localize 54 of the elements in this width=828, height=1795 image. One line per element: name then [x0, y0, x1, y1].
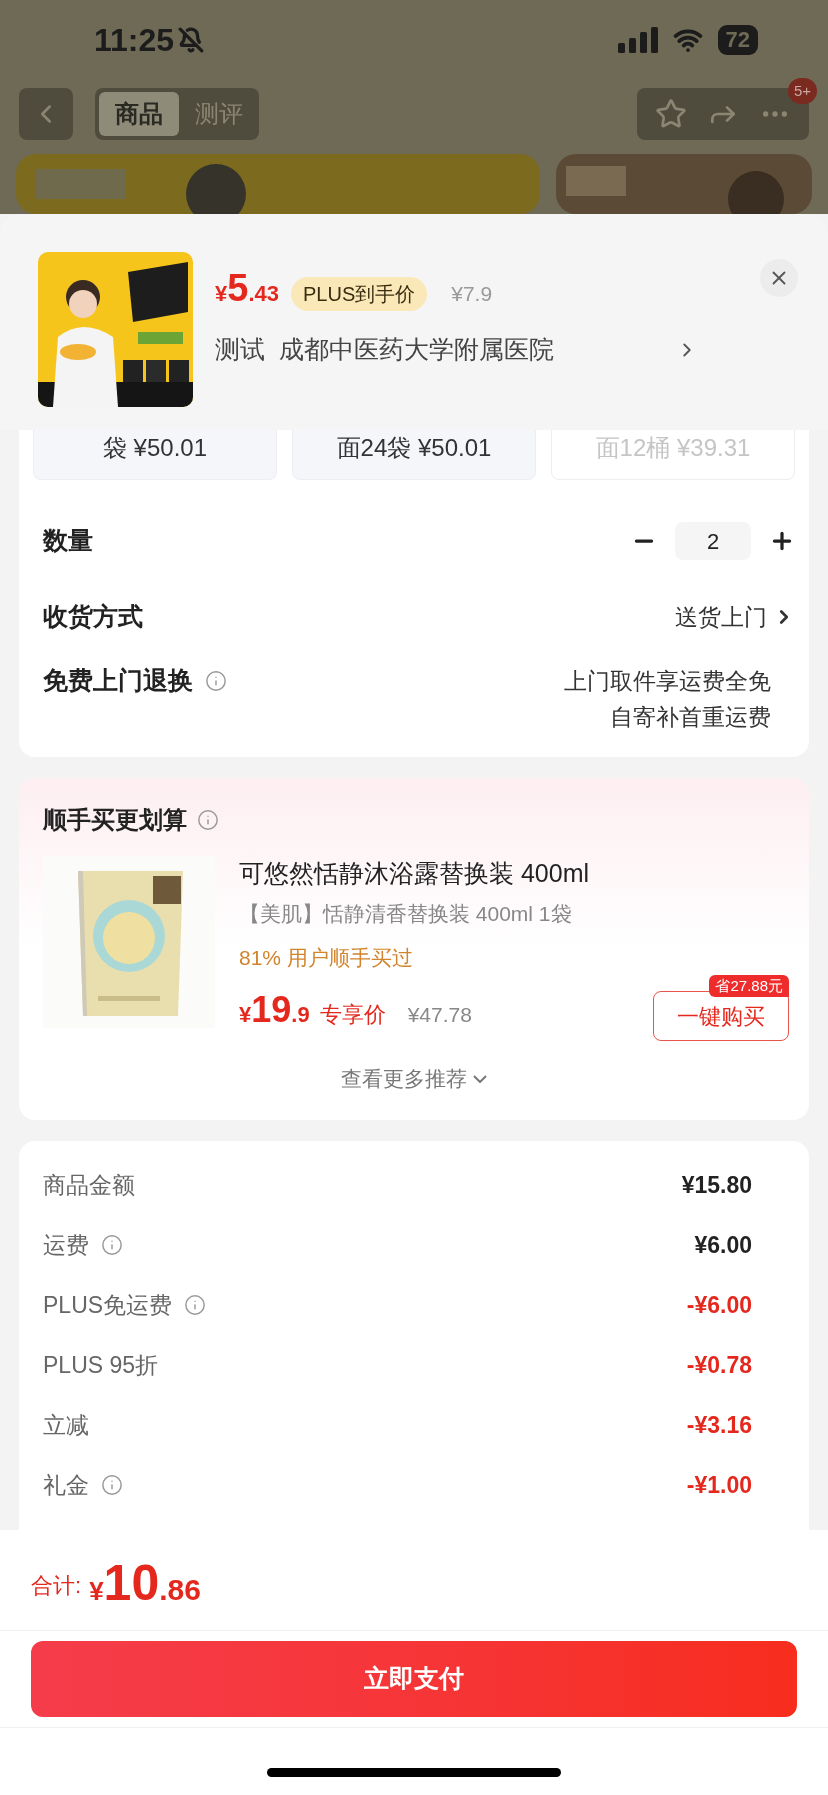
quantity-field[interactable]: 2 [675, 522, 751, 560]
recommend-spec: 【美肌】恬静清香替换装 400ml 1袋 [239, 901, 573, 927]
returns-note: 上门取件享运费全免 [564, 667, 771, 696]
fee-label: PLUS 95折 [43, 1350, 159, 1380]
delivery-selector[interactable]: 送货上门 [675, 599, 795, 635]
fee-label: 礼金 [43, 1470, 89, 1500]
fee-amount: -¥3.16 [686, 1410, 752, 1440]
fee-amount: ¥6.00 [694, 1230, 752, 1260]
delivery-label: 收货方式 [43, 601, 143, 633]
star-icon[interactable] [655, 98, 687, 130]
fee-amount: -¥0.78 [686, 1350, 752, 1380]
fee-label: 立减 [43, 1410, 89, 1440]
returns-label: 免费上门退换 [43, 665, 193, 697]
original-price: ¥7.9 [451, 281, 493, 307]
price: ¥5.43 [215, 266, 279, 311]
notification-badge: 5+ [787, 78, 817, 104]
tab[interactable]: 商品 [99, 92, 179, 136]
muted-bell-icon [178, 26, 205, 53]
recommend-price: ¥19.9 [239, 988, 310, 1032]
back-button[interactable] [19, 88, 73, 140]
returns-note: 自寄补首重运费 [610, 703, 771, 732]
recommend-original-price: ¥47.78 [407, 1002, 472, 1028]
see-more-link[interactable]: 查看更多推荐 [341, 1063, 487, 1095]
chevron-down-icon [473, 1074, 487, 1083]
variant-option[interactable]: 面24袋 ¥50.01 [292, 430, 536, 480]
recommend-social-proof: 81% 用户顺手买过 [239, 944, 414, 971]
product-title: 成都中医药大学附属医院 [279, 334, 555, 365]
variant-option[interactable]: 袋 ¥50.01 [33, 430, 277, 480]
info-icon[interactable] [205, 670, 227, 692]
info-icon[interactable] [197, 809, 219, 831]
fee-label: PLUS免运费 [43, 1290, 173, 1320]
fee-label: 运费 [43, 1230, 89, 1260]
tab[interactable]: 测评 [183, 92, 255, 136]
info-icon[interactable] [101, 1474, 123, 1496]
info-icon[interactable] [184, 1294, 207, 1316]
battery-level: 72 [717, 24, 758, 55]
total-price: ¥10.86 [89, 1558, 201, 1612]
saving-badge: 省27.88元 [709, 975, 789, 997]
product-title-prefix: 测试 [215, 334, 265, 365]
status-time: 11:25 [94, 20, 175, 60]
close-button[interactable] [760, 259, 798, 297]
info-icon[interactable] [101, 1234, 123, 1256]
fee-amount: -¥1.00 [686, 1470, 752, 1500]
pay-button[interactable]: 立即支付 [31, 1641, 797, 1717]
signal-icon [617, 26, 658, 53]
fee-amount: -¥6.00 [686, 1290, 752, 1320]
quantity-label: 数量 [43, 525, 93, 557]
recommend-product-name: 可悠然恬静沐浴露替换装 400ml [239, 858, 591, 889]
total-label: 合计: [31, 1571, 82, 1600]
exclusive-price-tag: 专享价 [319, 998, 386, 1031]
recommend-title: 顺手买更划算 [43, 805, 187, 835]
fee-label: 商品金额 [43, 1170, 135, 1200]
fee-amount: ¥15.80 [681, 1170, 752, 1200]
plus-price-tag: PLUS到手价 [291, 277, 428, 311]
